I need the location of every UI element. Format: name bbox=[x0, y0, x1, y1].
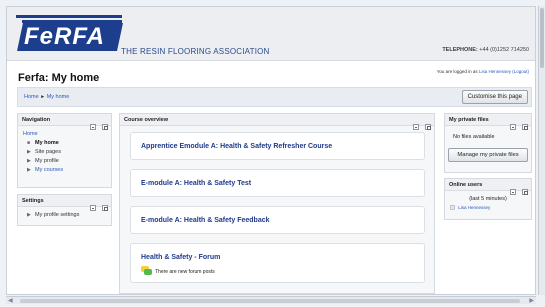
nav-item-label: My home bbox=[35, 140, 59, 146]
login-prefix: You are logged in as bbox=[436, 69, 478, 74]
bullet-icon: ■ bbox=[27, 140, 31, 146]
online-users-header: Online users bbox=[445, 179, 531, 195]
breadcrumb-home[interactable]: Home bbox=[24, 94, 39, 100]
minimize-icon[interactable] bbox=[89, 124, 96, 130]
logo-stripe bbox=[16, 15, 122, 18]
course-item: E-module A: Health & Safety Feedback bbox=[130, 206, 425, 234]
expand-arrow-icon: ▶ bbox=[27, 158, 31, 164]
online-user-link[interactable]: Lisa Hennessey bbox=[458, 205, 490, 210]
online-users-title: Online users bbox=[449, 182, 483, 188]
horizontal-scrollbar[interactable]: ◀ ▶ bbox=[6, 296, 536, 304]
phone-number: +44 (0)1252 714250 bbox=[479, 47, 529, 53]
course-overview-header: Course overview bbox=[120, 114, 434, 130]
scroll-right-icon[interactable]: ▶ bbox=[529, 297, 534, 305]
phone-info: TELEPHONE: +44 (0)1252 714250 bbox=[442, 47, 529, 53]
logo-wordmark: FeRFA bbox=[17, 23, 123, 51]
settings-item-profile[interactable]: ▶ My profile settings bbox=[23, 211, 106, 220]
customise-page-button[interactable]: Customise this page bbox=[461, 90, 528, 104]
vertical-scrollbar[interactable] bbox=[538, 6, 545, 295]
navigation-block-header: Navigation bbox=[18, 114, 111, 130]
settings-block: Settings ▶ My profile settings bbox=[17, 194, 112, 226]
manage-private-files-button[interactable]: Manage my private files bbox=[448, 148, 528, 162]
settings-block-header: Settings bbox=[18, 195, 111, 211]
nav-item-label: Site pages bbox=[35, 149, 61, 155]
logo-text: FeRFA bbox=[24, 23, 106, 50]
navigation-block-title: Navigation bbox=[22, 117, 51, 123]
block-controls bbox=[508, 117, 528, 135]
logout-link[interactable]: (Logout) bbox=[512, 69, 529, 74]
dock-icon[interactable] bbox=[102, 124, 108, 130]
course-overview-title: Course overview bbox=[124, 117, 169, 123]
nav-item-my-courses[interactable]: ▶ My courses bbox=[23, 166, 106, 175]
site-tagline: THE RESIN FLOORING ASSOCIATION bbox=[121, 47, 270, 56]
block-controls bbox=[88, 117, 108, 135]
course-item: Health & Safety - Forum There are new fo… bbox=[130, 243, 425, 283]
nav-item-my-profile[interactable]: ▶ My profile bbox=[23, 157, 106, 166]
page-title: Ferfa: My home bbox=[18, 72, 100, 84]
online-window-text: (last 5 minutes) bbox=[469, 196, 507, 202]
private-files-block: My private files No files available Mana… bbox=[444, 113, 532, 173]
expand-arrow-icon: ▶ bbox=[27, 167, 31, 173]
settings-block-title: Settings bbox=[22, 198, 44, 204]
dock-icon[interactable] bbox=[522, 189, 528, 195]
private-files-title: My private files bbox=[449, 117, 489, 123]
minimize-icon[interactable] bbox=[509, 189, 516, 195]
expand-arrow-icon: ▶ bbox=[27, 212, 31, 218]
ferfa-logo[interactable]: FeRFA bbox=[16, 15, 123, 55]
settings-item-label: My profile settings bbox=[35, 212, 80, 218]
minimize-icon[interactable] bbox=[412, 124, 419, 130]
breadcrumb: Home ► My home bbox=[24, 94, 69, 100]
expand-arrow-icon: ▶ bbox=[27, 149, 31, 155]
breadcrumb-my-home[interactable]: My home bbox=[47, 94, 70, 100]
online-users-block: Online users (last 5 minutes) Lisa Henne… bbox=[444, 178, 532, 220]
course-item: E-module A: Health & Safety Test bbox=[130, 169, 425, 197]
course-item: Apprentice Emodule A: Health & Safety Re… bbox=[130, 132, 425, 160]
nav-item-my-home[interactable]: ■ My home bbox=[23, 139, 106, 148]
dock-icon[interactable] bbox=[425, 124, 431, 130]
nav-item-label: My profile bbox=[35, 158, 59, 164]
moodle-page: FeRFA THE RESIN FLOORING ASSOCIATION TEL… bbox=[6, 6, 536, 295]
scrollbar-thumb[interactable] bbox=[20, 299, 520, 303]
browser-frame: FeRFA THE RESIN FLOORING ASSOCIATION TEL… bbox=[0, 0, 545, 307]
dock-icon[interactable] bbox=[522, 124, 528, 130]
site-header: FeRFA THE RESIN FLOORING ASSOCIATION TEL… bbox=[7, 7, 535, 61]
course-link[interactable]: Apprentice Emodule A: Health & Safety Re… bbox=[141, 143, 332, 150]
course-link[interactable]: Health & Safety - Forum bbox=[141, 254, 220, 261]
user-avatar bbox=[450, 205, 455, 211]
course-link[interactable]: E-module A: Health & Safety Feedback bbox=[141, 217, 270, 224]
no-files-text: No files available bbox=[453, 134, 495, 140]
private-files-header: My private files bbox=[445, 114, 531, 130]
navigation-block: Navigation Home ■ My home ▶ Site pages ▶ My… bbox=[17, 113, 112, 188]
online-user-row: Lisa Hennessey bbox=[450, 205, 490, 211]
user-link[interactable]: Lisa Hennessey bbox=[479, 69, 511, 74]
course-overview-block: Course overview Apprentice Emodule A: He… bbox=[119, 113, 435, 294]
forum-posts-icon bbox=[141, 266, 152, 275]
forum-notice[interactable]: There are new forum posts bbox=[155, 269, 215, 275]
phone-label: TELEPHONE: bbox=[442, 47, 478, 53]
scroll-left-icon[interactable]: ◀ bbox=[8, 297, 13, 305]
nav-item-label: My courses bbox=[35, 167, 64, 173]
minimize-icon[interactable] bbox=[509, 124, 516, 130]
scrollbar-thumb[interactable] bbox=[540, 8, 544, 68]
course-link[interactable]: E-module A: Health & Safety Test bbox=[141, 180, 251, 187]
breadcrumb-separator: ► bbox=[40, 94, 46, 100]
nav-item-site-pages[interactable]: ▶ Site pages bbox=[23, 148, 106, 157]
login-info: You are logged in as Lisa Hennessey (Log… bbox=[437, 69, 529, 74]
title-row: Ferfa: My home You are logged in as Lisa… bbox=[7, 61, 535, 89]
navbar: Home ► My home Customise this page bbox=[17, 87, 532, 107]
